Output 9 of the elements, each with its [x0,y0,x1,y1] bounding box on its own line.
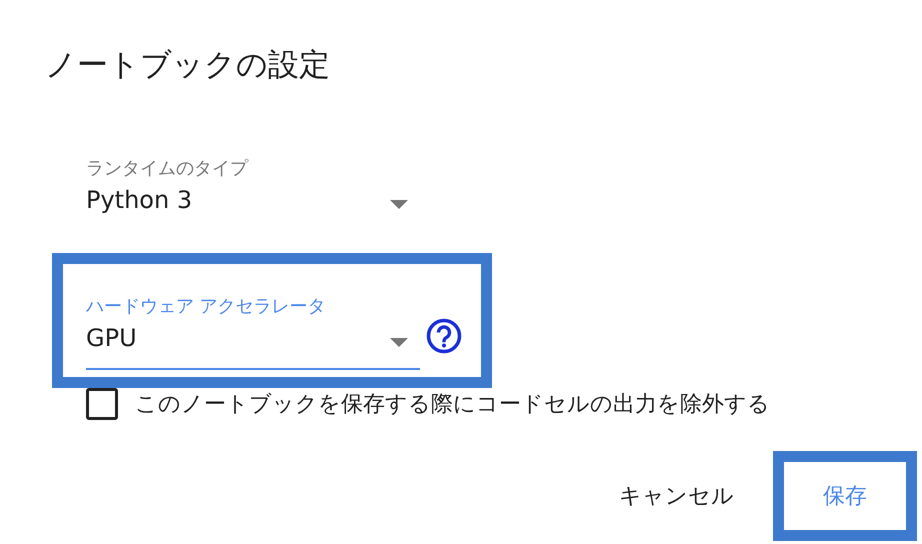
caret-icon [390,200,408,209]
help-icon[interactable] [426,318,462,354]
checkbox[interactable] [86,388,118,420]
select-field[interactable]: ランタイムのタイプ Python 3 [86,156,420,232]
dialog-title: ノートブックの設定 [45,46,330,85]
checkbox-label: このノートブックを保存する際にコードセルの出力を除外する [135,391,770,419]
caret-icon [390,338,408,347]
save-button[interactable]: 保存 [773,451,917,541]
select-field[interactable]: ハードウェア アクセラレータ GPU [86,294,420,370]
